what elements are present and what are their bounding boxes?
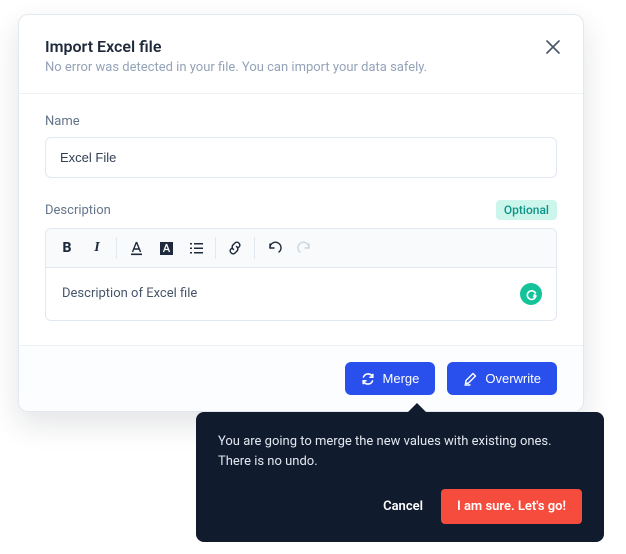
modal-body: Name Description Optional B I [19, 94, 583, 345]
list-icon [189, 241, 204, 256]
description-text: Description of Excel file [62, 286, 197, 301]
bold-button[interactable]: B [52, 233, 82, 263]
import-modal: Import Excel file No error was detected … [18, 14, 584, 412]
link-button[interactable] [220, 233, 250, 263]
name-label: Name [45, 114, 557, 129]
close-button[interactable] [543, 37, 563, 57]
highlight-button[interactable] [151, 233, 181, 263]
modal-footer: Merge Overwrite [19, 345, 583, 411]
italic-button[interactable]: I [82, 233, 112, 263]
text-color-icon [129, 241, 144, 256]
undo-icon [267, 241, 282, 256]
description-label: Description [45, 203, 111, 218]
undo-button[interactable] [259, 233, 289, 263]
link-icon [227, 240, 243, 256]
confirm-actions: Cancel I am sure. Let's go! [218, 489, 582, 524]
cancel-button[interactable]: Cancel [383, 499, 423, 514]
toolbar-separator [116, 237, 117, 259]
confirm-button[interactable]: I am sure. Let's go! [441, 489, 582, 524]
description-editor: B I [45, 228, 557, 321]
modal-header: Import Excel file No error was detected … [19, 15, 583, 94]
name-input[interactable] [45, 137, 557, 178]
list-button[interactable] [181, 233, 211, 263]
refresh-icon [361, 372, 375, 386]
redo-icon [297, 241, 312, 256]
modal-subtitle: No error was detected in your file. You … [45, 60, 557, 75]
confirm-popover: You are going to merge the new values wi… [196, 412, 604, 542]
grammarly-icon [525, 288, 538, 301]
optional-badge: Optional [496, 200, 557, 220]
description-input[interactable]: Description of Excel file [46, 268, 556, 320]
merge-button[interactable]: Merge [345, 362, 436, 395]
overwrite-button[interactable]: Overwrite [447, 362, 557, 395]
italic-icon: I [94, 240, 99, 256]
highlight-icon [159, 241, 174, 256]
modal-title: Import Excel file [45, 37, 557, 56]
text-color-button[interactable] [121, 233, 151, 263]
overwrite-button-label: Overwrite [485, 371, 541, 386]
toolbar-separator [254, 237, 255, 259]
grammarly-badge[interactable] [520, 283, 542, 305]
description-header: Description Optional [45, 200, 557, 220]
toolbar-separator [215, 237, 216, 259]
edit-icon [463, 372, 477, 386]
redo-button[interactable] [289, 233, 319, 263]
merge-button-label: Merge [383, 371, 420, 386]
close-icon [546, 40, 560, 54]
confirm-text: You are going to merge the new values wi… [218, 432, 582, 471]
bold-icon: B [63, 240, 72, 256]
editor-toolbar: B I [46, 229, 556, 268]
